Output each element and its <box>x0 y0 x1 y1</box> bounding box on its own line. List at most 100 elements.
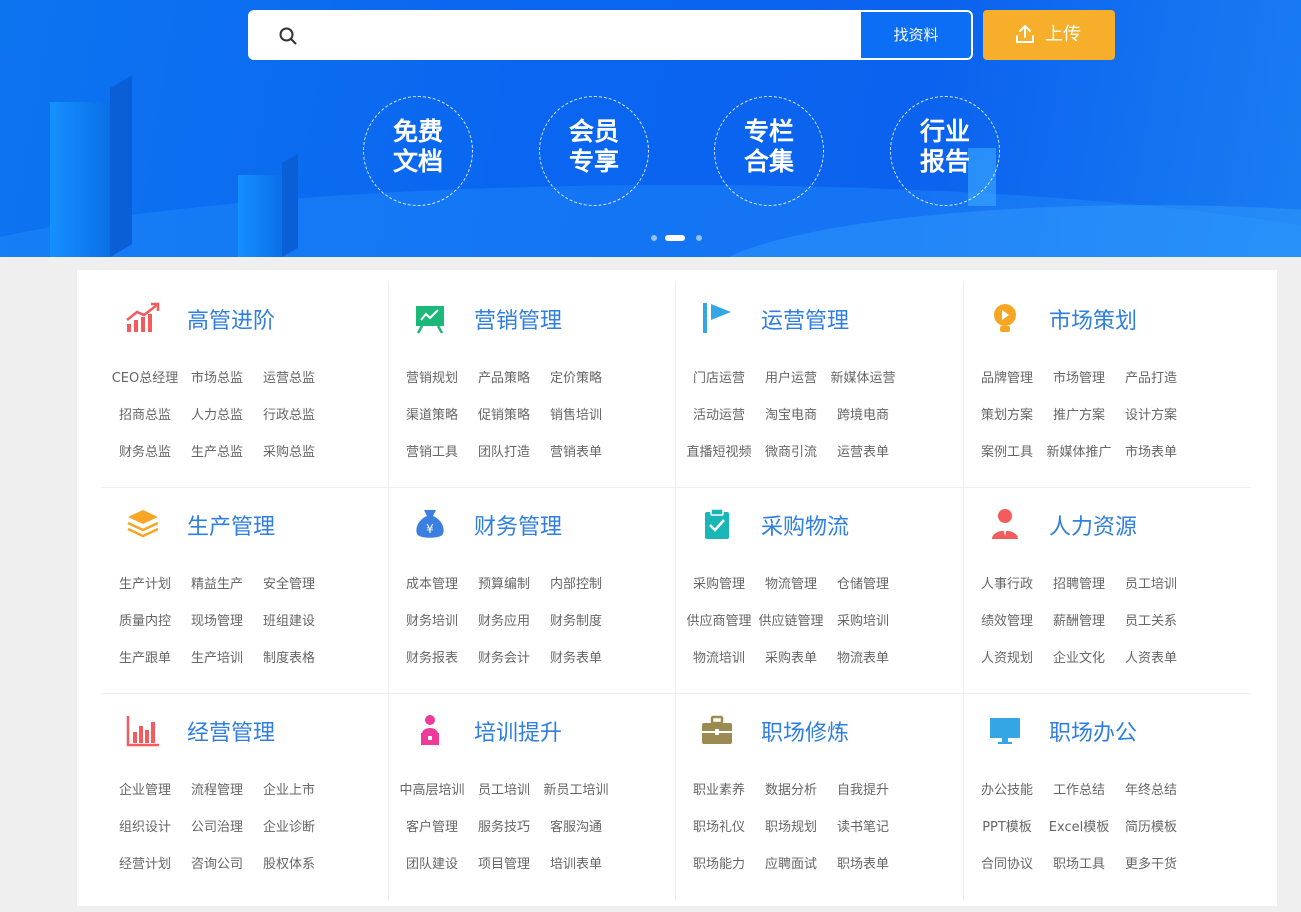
category-title[interactable]: 运营管理 <box>761 303 849 335</box>
category-link[interactable]: 招聘管理 <box>1043 573 1115 592</box>
category-link[interactable]: 安全管理 <box>253 573 325 592</box>
category-link[interactable]: 职场规划 <box>755 816 827 835</box>
category-link[interactable]: 策划方案 <box>971 404 1043 423</box>
category-link[interactable]: 员工培训 <box>468 779 540 798</box>
category-link[interactable]: 制度表格 <box>253 647 325 666</box>
category-link[interactable]: 生产跟单 <box>109 647 181 666</box>
category-link[interactable]: 供应商管理 <box>683 610 755 629</box>
category-link[interactable]: 人事行政 <box>971 573 1043 592</box>
category-link[interactable]: 中高层培训 <box>396 779 468 798</box>
category-link[interactable]: 销售培训 <box>540 404 612 423</box>
category-title[interactable]: 采购物流 <box>761 509 849 541</box>
category-link[interactable]: 财务培训 <box>396 610 468 629</box>
category-link[interactable]: 仓储管理 <box>827 573 899 592</box>
category-link[interactable]: 职场表单 <box>827 853 899 872</box>
category-link[interactable]: 内部控制 <box>540 573 612 592</box>
category-link[interactable]: 生产培训 <box>181 647 253 666</box>
category-link[interactable]: PPT模板 <box>971 816 1043 835</box>
category-link[interactable]: 自我提升 <box>827 779 899 798</box>
category-link[interactable]: 营销规划 <box>396 367 468 386</box>
category-title[interactable]: 高管进阶 <box>187 303 275 335</box>
category-link[interactable]: 数据分析 <box>755 779 827 798</box>
category-link[interactable]: 项目管理 <box>468 853 540 872</box>
carousel-dot[interactable] <box>651 235 657 241</box>
category-link[interactable]: 咨询公司 <box>181 853 253 872</box>
category-link[interactable]: 企业管理 <box>109 779 181 798</box>
category-link[interactable]: 职业素养 <box>683 779 755 798</box>
search-input[interactable] <box>310 16 854 56</box>
category-link[interactable]: 运营表单 <box>827 441 899 460</box>
category-link[interactable]: 新员工培训 <box>540 779 612 798</box>
category-link[interactable]: 营销表单 <box>540 441 612 460</box>
category-link[interactable]: 客户管理 <box>396 816 468 835</box>
category-link[interactable]: 定价策略 <box>540 367 612 386</box>
category-title[interactable]: 职场办公 <box>1049 715 1137 747</box>
category-link[interactable]: 直播短视频 <box>683 441 755 460</box>
category-title[interactable]: 市场策划 <box>1049 303 1137 335</box>
category-link[interactable]: 生产计划 <box>109 573 181 592</box>
category-link[interactable]: 供应链管理 <box>755 610 827 629</box>
category-title[interactable]: 人力资源 <box>1049 509 1137 541</box>
category-link[interactable]: 企业文化 <box>1043 647 1115 666</box>
search-button[interactable]: 找资料 <box>861 12 971 58</box>
category-link[interactable]: 微商引流 <box>755 441 827 460</box>
category-link[interactable]: 采购培训 <box>827 610 899 629</box>
category-link[interactable]: 生产总监 <box>181 441 253 460</box>
carousel-dot[interactable] <box>696 235 702 241</box>
category-link[interactable]: 企业诊断 <box>253 816 325 835</box>
category-link[interactable]: 采购管理 <box>683 573 755 592</box>
category-link[interactable]: 用户运营 <box>755 367 827 386</box>
column-collection-link[interactable]: 专栏 合集 <box>714 96 824 206</box>
category-link[interactable]: 财务会计 <box>468 647 540 666</box>
category-link[interactable]: 市场总监 <box>181 367 253 386</box>
category-link[interactable]: CEO总经理 <box>109 367 181 386</box>
category-link[interactable]: 服务技巧 <box>468 816 540 835</box>
category-link[interactable]: 产品策略 <box>468 367 540 386</box>
category-link[interactable]: 企业上市 <box>253 779 325 798</box>
category-link[interactable]: Excel模板 <box>1043 816 1115 835</box>
category-link[interactable]: 财务表单 <box>540 647 612 666</box>
category-link[interactable]: 营销工具 <box>396 441 468 460</box>
category-link[interactable]: 员工关系 <box>1115 610 1187 629</box>
category-link[interactable]: 团队打造 <box>468 441 540 460</box>
category-title[interactable]: 生产管理 <box>187 509 275 541</box>
category-link[interactable]: 预算编制 <box>468 573 540 592</box>
industry-report-link[interactable]: 行业 报告 <box>890 96 1000 206</box>
category-link[interactable]: 跨境电商 <box>827 404 899 423</box>
category-link[interactable]: 促销策略 <box>468 404 540 423</box>
category-title[interactable]: 财务管理 <box>474 509 562 541</box>
category-title[interactable]: 营销管理 <box>474 303 562 335</box>
category-link[interactable]: 客服沟通 <box>540 816 612 835</box>
category-title[interactable]: 经营管理 <box>187 715 275 747</box>
category-link[interactable]: 物流表单 <box>827 647 899 666</box>
category-link[interactable]: 市场管理 <box>1043 367 1115 386</box>
category-link[interactable]: 人力总监 <box>181 404 253 423</box>
category-link[interactable]: 财务制度 <box>540 610 612 629</box>
free-documents-link[interactable]: 免费 文档 <box>363 96 473 206</box>
category-link[interactable]: 产品打造 <box>1115 367 1187 386</box>
category-link[interactable]: 人资表单 <box>1115 647 1187 666</box>
category-link[interactable]: 活动运营 <box>683 404 755 423</box>
category-link[interactable]: 经营计划 <box>109 853 181 872</box>
category-link[interactable]: 简历模板 <box>1115 816 1187 835</box>
category-link[interactable]: 员工培训 <box>1115 573 1187 592</box>
category-link[interactable]: 团队建设 <box>396 853 468 872</box>
category-link[interactable]: 职场能力 <box>683 853 755 872</box>
category-link[interactable]: 绩效管理 <box>971 610 1043 629</box>
category-link[interactable]: 物流管理 <box>755 573 827 592</box>
category-link[interactable]: 淘宝电商 <box>755 404 827 423</box>
category-link[interactable]: 现场管理 <box>181 610 253 629</box>
category-link[interactable]: 流程管理 <box>181 779 253 798</box>
category-link[interactable]: 办公技能 <box>971 779 1043 798</box>
category-link[interactable]: 市场表单 <box>1115 441 1187 460</box>
category-link[interactable]: 品牌管理 <box>971 367 1043 386</box>
carousel-dot-active[interactable] <box>665 235 685 241</box>
category-link[interactable]: 财务报表 <box>396 647 468 666</box>
category-link[interactable]: 精益生产 <box>181 573 253 592</box>
category-link[interactable]: 门店运营 <box>683 367 755 386</box>
category-link[interactable]: 物流培训 <box>683 647 755 666</box>
category-link[interactable]: 运营总监 <box>253 367 325 386</box>
category-title[interactable]: 培训提升 <box>474 715 562 747</box>
category-link[interactable]: 组织设计 <box>109 816 181 835</box>
category-link[interactable]: 设计方案 <box>1115 404 1187 423</box>
